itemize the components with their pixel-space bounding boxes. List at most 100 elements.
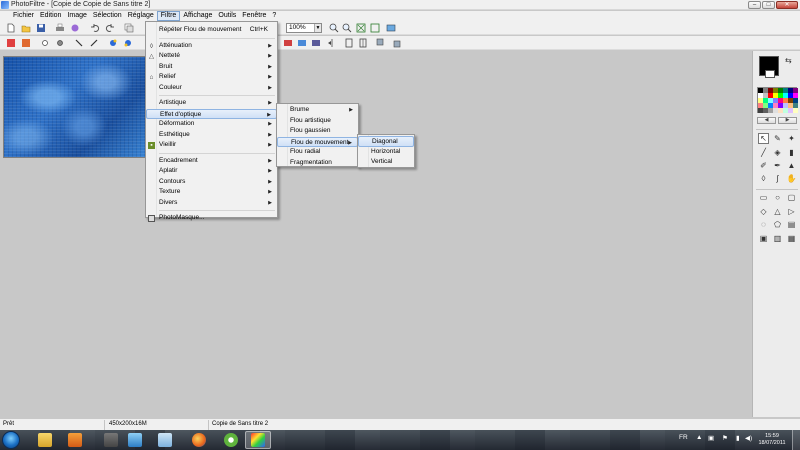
clock[interactable]: 15:59 18/07/2011: [757, 433, 787, 447]
swap-colors-icon[interactable]: ⇆: [785, 56, 792, 65]
zoom-out-icon[interactable]: [342, 23, 352, 33]
fill-bucket-tool-icon[interactable]: ◈: [772, 147, 783, 158]
background-color-swatch[interactable]: [765, 70, 775, 78]
redo-icon[interactable]: [105, 23, 115, 33]
firefox-task-icon[interactable]: [186, 431, 212, 449]
menu-item-nettete[interactable]: △ Netteté ▶: [146, 51, 277, 62]
menu-affichage[interactable]: Affichage: [180, 11, 215, 21]
open-folder-icon[interactable]: [21, 23, 31, 33]
save-icon[interactable]: [36, 23, 46, 33]
print-icon[interactable]: [55, 23, 65, 33]
menu-item-photomasque[interactable]: PhotoMasque...: [146, 213, 277, 224]
windows-task-icon[interactable]: [152, 431, 178, 449]
image-canvas[interactable]: [3, 56, 151, 158]
menu-item-horizontal[interactable]: Horizontal: [358, 147, 414, 158]
line-tool-icon[interactable]: ╱: [758, 147, 769, 158]
gradient-icon[interactable]: [297, 38, 307, 48]
load-shape-icon[interactable]: ▤: [786, 219, 797, 230]
auto-level-icon[interactable]: [6, 38, 16, 48]
menu-item-bruit[interactable]: Bruit ▶: [146, 62, 277, 73]
menu-image[interactable]: Image: [64, 11, 89, 21]
volume-tray-icon[interactable]: ◀): [745, 434, 752, 442]
magic-wand-tool-icon[interactable]: ✦: [786, 133, 797, 144]
invert-selection-icon[interactable]: ▥: [772, 233, 783, 244]
menu-item-attenuation[interactable]: ◊ Atténuation ▶: [146, 41, 277, 52]
menu-item-effet-optique[interactable]: Effet d'optique ▶: [146, 108, 277, 119]
battery-tray-icon[interactable]: ▮: [736, 434, 740, 442]
menu-item-vieillir[interactable]: ▪ Vieillir ▶: [146, 140, 277, 151]
explorer-task-icon[interactable]: [32, 431, 58, 449]
menu-item-fragmentation[interactable]: Fragmentation: [277, 158, 358, 169]
menu-item-encadrement[interactable]: Encadrement ▶: [146, 156, 277, 167]
utorrent-task-icon[interactable]: [218, 431, 244, 449]
menu-reglage[interactable]: Réglage: [125, 11, 157, 21]
color-palette[interactable]: [757, 87, 798, 113]
media-player-task-icon[interactable]: [62, 431, 88, 449]
menu-filtre[interactable]: Filtre: [156, 11, 181, 21]
start-button[interactable]: [2, 431, 20, 449]
stamp-tool-icon[interactable]: ▲: [786, 160, 797, 171]
menu-outils[interactable]: Outils: [215, 11, 239, 21]
arrow-selection-icon[interactable]: ▷: [786, 206, 797, 217]
contrast-minus-icon[interactable]: [89, 38, 99, 48]
menu-item-flou-gaussien[interactable]: Flou gaussien: [277, 126, 358, 137]
repeat-filter-item[interactable]: Répéter Flou de mouvement Ctrl+K: [146, 25, 277, 36]
maximize-button[interactable]: □: [762, 1, 775, 9]
menu-help[interactable]: ?: [269, 11, 279, 21]
saturation-plus-icon[interactable]: [108, 38, 118, 48]
flip-vertical-icon[interactable]: [344, 38, 354, 48]
menu-item-texture[interactable]: Texture ▶: [146, 187, 277, 198]
rounded-rect-selection-icon[interactable]: ▢: [786, 192, 797, 203]
contrast-plus-icon[interactable]: [74, 38, 84, 48]
menu-item-esthetique[interactable]: Esthétique ▶: [146, 130, 277, 141]
zoom-dropdown-icon[interactable]: ▼: [314, 24, 321, 32]
new-file-icon[interactable]: [6, 23, 16, 33]
select-all-icon[interactable]: ▣: [758, 233, 769, 244]
pointer-tool-icon[interactable]: ↖: [758, 133, 769, 144]
rectangle-selection-icon[interactable]: ▭: [758, 192, 769, 203]
network-tray-icon[interactable]: ▣: [708, 434, 714, 442]
hide-selection-icon[interactable]: ▦: [786, 233, 797, 244]
menu-item-aplatir[interactable]: Aplatir ▶: [146, 166, 277, 177]
diamond-selection-icon[interactable]: ◇: [758, 206, 769, 217]
color-icon[interactable]: [283, 38, 293, 48]
menu-edition[interactable]: Edition: [37, 11, 64, 21]
menu-item-divers[interactable]: Divers ▶: [146, 198, 277, 209]
brightness-minus-icon[interactable]: [55, 38, 65, 48]
lasso-selection-icon[interactable]: ◌: [758, 219, 769, 230]
menu-fenetre[interactable]: Fenêtre: [239, 11, 269, 21]
saturation-minus-icon[interactable]: [123, 38, 133, 48]
ellipse-selection-icon[interactable]: ○: [772, 192, 783, 203]
menu-item-couleur[interactable]: Couleur ▶: [146, 83, 277, 94]
undo-icon[interactable]: [90, 23, 100, 33]
advanced-brush-tool-icon[interactable]: ✒: [772, 160, 783, 171]
fit-window-icon[interactable]: [356, 23, 366, 33]
menu-item-brume[interactable]: Brume ▶: [277, 105, 358, 116]
menu-item-diagonal[interactable]: Diagonal: [358, 136, 414, 147]
flip-horizontal-icon[interactable]: [327, 38, 337, 48]
palette-prev-icon[interactable]: ◀: [757, 117, 776, 124]
menu-item-flou-radial[interactable]: Flou radial: [277, 147, 358, 158]
palette-swatch[interactable]: [793, 108, 798, 113]
menu-item-relief[interactable]: ⌂ Relief ▶: [146, 72, 277, 83]
smudge-tool-icon[interactable]: ∫: [772, 173, 783, 184]
palette-next-icon[interactable]: ▶: [778, 117, 797, 124]
menu-item-flou-mouvement[interactable]: Flou de mouvement ▶: [277, 136, 358, 147]
minimize-button[interactable]: –: [748, 1, 761, 9]
brush-tool-icon[interactable]: ✐: [758, 160, 769, 171]
rotate-icon[interactable]: [358, 38, 368, 48]
polygon-selection-icon[interactable]: ⬠: [772, 219, 783, 230]
menu-selection[interactable]: Sélection: [90, 11, 125, 21]
menu-item-deformation[interactable]: Déformation ▶: [146, 119, 277, 130]
auto-contrast-icon[interactable]: [21, 38, 31, 48]
grayscale-icon[interactable]: [311, 38, 321, 48]
tray-expand-icon[interactable]: ▲: [696, 434, 702, 441]
blur-tool-icon[interactable]: ◊: [758, 173, 769, 184]
menu-item-artistique[interactable]: Artistique ▶: [146, 98, 277, 109]
flag-tray-icon[interactable]: ⚑: [722, 434, 728, 442]
fullscreen-icon[interactable]: [386, 23, 396, 33]
brightness-plus-icon[interactable]: [40, 38, 50, 48]
zoom-in-icon[interactable]: [329, 23, 339, 33]
triangle-selection-icon[interactable]: △: [772, 206, 783, 217]
spray-tool-icon[interactable]: ▮: [786, 147, 797, 158]
